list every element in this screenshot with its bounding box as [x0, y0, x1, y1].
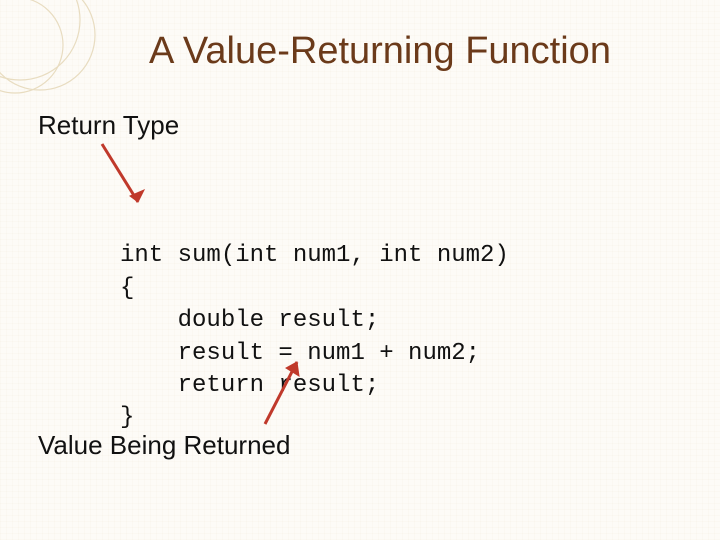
- code-line-1: int sum(int num1, int num2): [120, 242, 509, 269]
- code-line-2: {: [120, 275, 134, 302]
- code-block: int sum(int num1, int num2) { double res…: [120, 208, 509, 467]
- label-return-type: Return Type: [38, 110, 179, 141]
- code-line-5: return result;: [120, 372, 379, 399]
- slide-title: A Value-Returning Function: [80, 30, 680, 73]
- slide-container: A Value-Returning Function Return Type i…: [0, 0, 720, 540]
- code-line-3: double result;: [120, 307, 379, 334]
- code-line-6: }: [120, 404, 134, 431]
- label-value-returned: Value Being Returned: [38, 430, 290, 461]
- code-line-4: result = num1 + num2;: [120, 340, 480, 367]
